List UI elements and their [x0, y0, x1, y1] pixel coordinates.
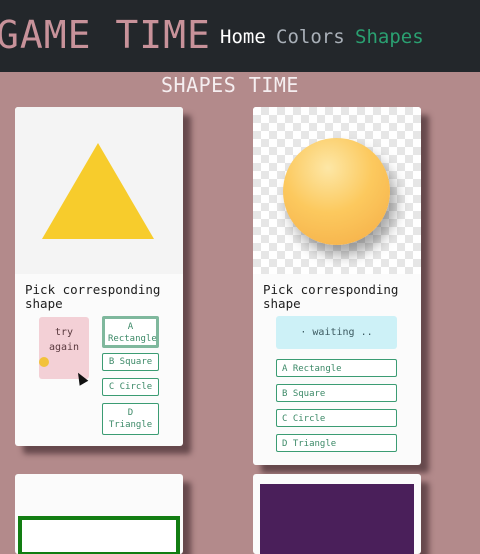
card-prompt: Pick corresponding shape [263, 282, 399, 311]
shape-card-partial [253, 474, 421, 554]
option-c-button[interactable]: C Circle [102, 378, 159, 396]
option-d-button[interactable]: D Triangle [102, 403, 159, 435]
option-b-button[interactable]: B Square [276, 384, 397, 402]
option-b-button[interactable]: B Square [102, 353, 159, 371]
navbar: GAME TIME Home Colors Shapes [0, 0, 480, 72]
feedback-line: again [48, 342, 80, 353]
orange-sphere-image [283, 138, 390, 245]
shape-image [253, 107, 421, 274]
option-a-button[interactable]: A Rectangle [276, 359, 397, 377]
card-prompt: Pick corresponding shape [25, 282, 161, 311]
yellow-triangle-image [42, 143, 154, 239]
green-rectangle-image [18, 516, 180, 554]
shape-card-triangle: Pick corresponding shape try again A Rec… [15, 107, 183, 446]
nav-colors-link[interactable]: Colors [276, 24, 345, 50]
feedback-line: try [54, 327, 74, 338]
option-d-button[interactable]: D Triangle [276, 434, 397, 452]
shape-card-sphere: Pick corresponding shape · waiting .. A … [253, 107, 421, 465]
waiting-feedback: · waiting .. [276, 316, 397, 349]
option-a-button[interactable]: A Rectangle [102, 316, 159, 348]
shape-image [15, 107, 183, 274]
shape-card-partial [15, 474, 183, 554]
option-c-button[interactable]: C Circle [276, 409, 397, 427]
nav-home-link[interactable]: Home [220, 24, 266, 50]
page-title: SHAPES TIME [161, 73, 299, 97]
nav-shapes-link[interactable]: Shapes [355, 24, 424, 50]
smiley-icon [39, 357, 49, 367]
purple-shape-image [260, 484, 414, 554]
brand-title[interactable]: GAME TIME [0, 12, 211, 58]
